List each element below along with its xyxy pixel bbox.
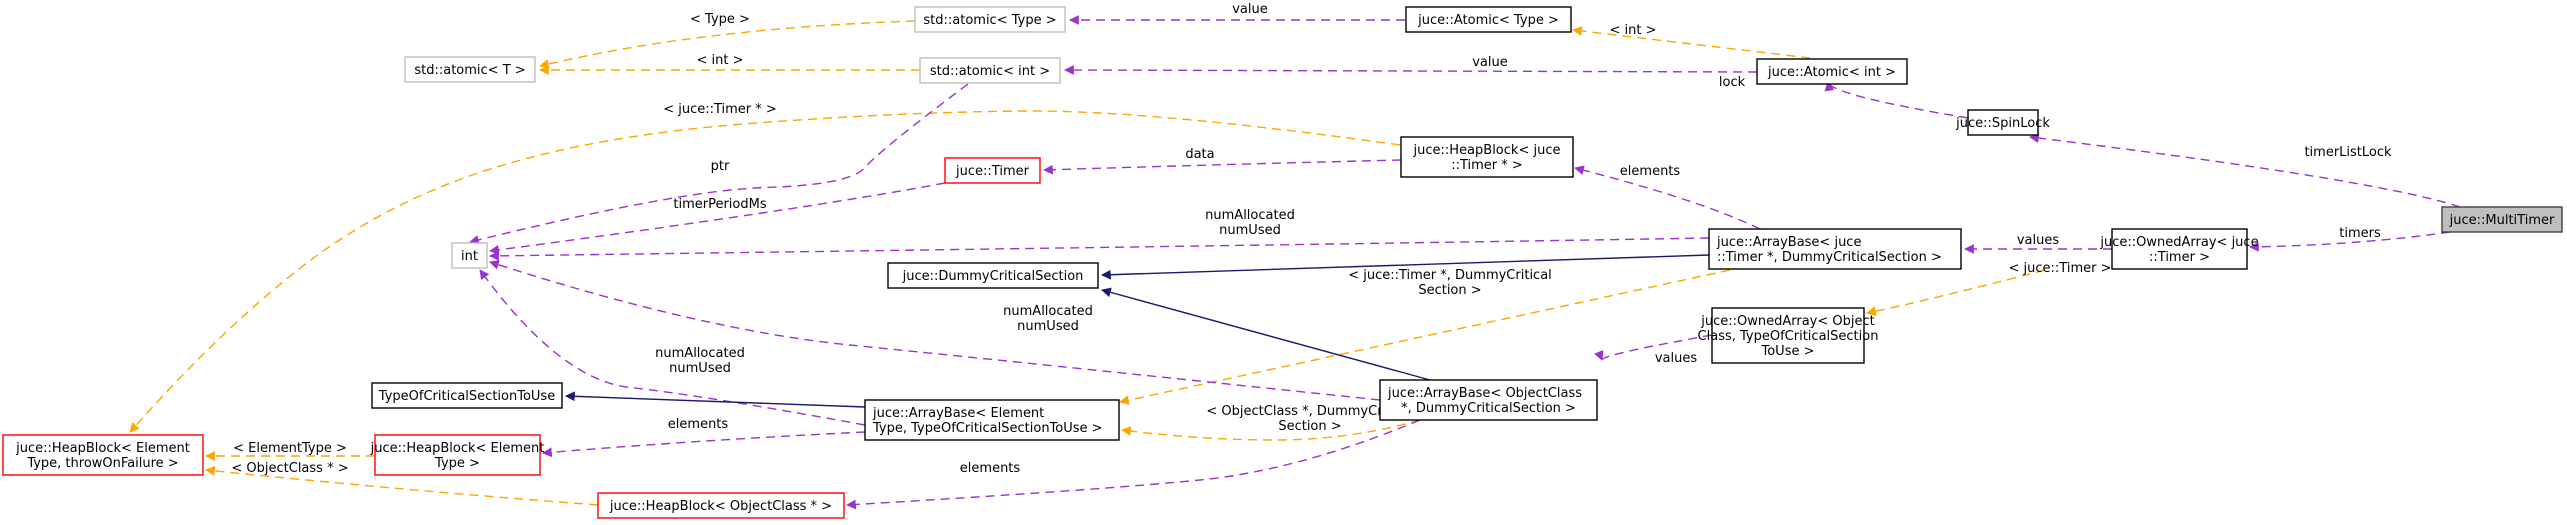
edge-juce-arraybase-elementtype-to-juce-heapblock-elementtype bbox=[542, 431, 866, 458]
edge-label: values bbox=[1655, 351, 1698, 366]
class-node-juce-arraybase-objectclass[interactable]: juce::ArrayBase< ObjectClass *, DummyCrit… bbox=[1379, 379, 1598, 421]
class-node-typeofcriticalsectiontouse[interactable]: TypeOfCriticalSectionToUse bbox=[371, 382, 563, 409]
edge-juce-arraybase-timer-to-int bbox=[489, 237, 1710, 261]
class-node-juce-heapblock-timer[interactable]: juce::HeapBlock< juce::Timer * > bbox=[1400, 136, 1574, 178]
edge-juce-heapblock-timer-to-juce-timer bbox=[1043, 159, 1402, 175]
class-node-juce-timer[interactable]: juce::Timer bbox=[944, 157, 1041, 184]
node-label: juce::HeapBlock< ObjectClass * > bbox=[609, 499, 832, 514]
class-node-juce-arraybase-timer[interactable]: juce::ArrayBase< juce::Timer *, DummyCri… bbox=[1708, 228, 1962, 270]
edge-label: elements bbox=[1620, 164, 1681, 179]
class-node-juce-heapblock-objectclass[interactable]: juce::HeapBlock< ObjectClass * > bbox=[597, 492, 845, 519]
class-node-juce-ownedarray-timer[interactable]: juce::OwnedArray< juce::Timer > bbox=[2099, 228, 2259, 270]
edge-label: < ObjectClass * > bbox=[231, 461, 348, 476]
node-label: std::atomic< T > bbox=[414, 63, 525, 78]
edge-juce-ownedarray-timer-to-juce-ownedarray-objectclass bbox=[1866, 269, 2046, 317]
edge-label: < int > bbox=[697, 53, 744, 68]
edge-label: timers bbox=[2339, 226, 2381, 241]
node-label: std::atomic< Type > bbox=[923, 13, 1056, 28]
class-node-int[interactable]: int bbox=[451, 242, 488, 269]
edge-label: timerPeriodMs bbox=[673, 197, 766, 212]
edge-label: value bbox=[1472, 55, 1508, 70]
node-label: juce::Atomic< int > bbox=[1767, 65, 1896, 80]
edge-label: elements bbox=[960, 461, 1021, 476]
edge-label: < juce::Timer > bbox=[2009, 261, 2112, 276]
edge-label: < juce::Timer * > bbox=[663, 102, 777, 117]
collaboration-diagram: value < Type > < int > value < int > lock time… bbox=[2, 2, 2563, 519]
nodes-layer: std::atomic< T > std::atomic< Type >std::… bbox=[2, 6, 2563, 519]
node-label: juce::ArrayBase< ObjectClass *, DummyCrit… bbox=[1387, 386, 1582, 416]
class-node-juce-dummycriticalsection[interactable]: juce::DummyCriticalSection bbox=[887, 262, 1099, 289]
node-label: int bbox=[461, 249, 478, 264]
edge-label: timerListLock bbox=[2304, 145, 2392, 160]
edge-label: ptr bbox=[711, 159, 730, 174]
edge-label: elements bbox=[668, 417, 729, 432]
class-node-std-atomic-t[interactable]: std::atomic< T > bbox=[404, 56, 536, 83]
node-label: juce::SpinLock bbox=[1955, 116, 2050, 131]
edge-label: numAllocated numUsed bbox=[1003, 304, 1093, 334]
class-node-juce-atomic-type[interactable]: juce::Atomic< Type > bbox=[1405, 6, 1572, 33]
node-label: juce::Timer bbox=[955, 164, 1030, 179]
class-node-juce-spinlock[interactable]: juce::SpinLock bbox=[1955, 109, 2050, 136]
edge-label: data bbox=[1185, 147, 1214, 162]
node-label: TypeOfCriticalSectionToUse bbox=[378, 389, 555, 404]
node-label: juce::Atomic< Type > bbox=[1417, 13, 1559, 28]
edge-juce-multitimer-to-juce-spinlock bbox=[2029, 133, 2461, 208]
edge-label: < int > bbox=[1610, 23, 1657, 38]
class-node-std-atomic-type[interactable]: std::atomic< Type > bbox=[914, 6, 1066, 33]
edge-juce-arraybase-elementtype-to-typeofcriticalsectiontouse bbox=[565, 391, 866, 408]
edge-label: numAllocated numUsed bbox=[1205, 208, 1295, 238]
edge-label: values bbox=[2017, 233, 2060, 248]
class-node-juce-heapblock-elementtype[interactable]: juce::HeapBlock< Element Type > bbox=[370, 434, 545, 476]
class-node-juce-arraybase-elementtype[interactable]: juce::ArrayBase< Element Type, TypeOfCrit… bbox=[864, 399, 1120, 441]
edge-juce-spinlock-to-juce-atomic-int bbox=[1824, 81, 1969, 119]
class-node-juce-multitimer[interactable]: juce::MultiTimer bbox=[2441, 206, 2563, 233]
class-node-juce-heapblock-element-throw[interactable]: juce::HeapBlock< Element Type, throwOnFai… bbox=[2, 434, 204, 476]
class-node-juce-ownedarray-objectclass[interactable]: juce::OwnedArray< Object Class, TypeOfCri… bbox=[1698, 307, 1879, 364]
node-label: juce::HeapBlock< Element Type, throwOnFai… bbox=[15, 441, 190, 471]
edge-label: lock bbox=[1719, 75, 1746, 90]
edge-label: value bbox=[1232, 2, 1268, 17]
edge-juce-timer-to-int bbox=[489, 182, 946, 255]
edge-label: numAllocated numUsed bbox=[655, 346, 745, 376]
edge-label: < ElementType > bbox=[233, 441, 347, 456]
class-node-juce-atomic-int[interactable]: juce::Atomic< int > bbox=[1756, 58, 1908, 85]
edge-juce-atomic-int-to-std-atomic-int bbox=[1064, 65, 1758, 75]
edge-juce-arraybase-objectclass-to-juce-dummycriticalsection bbox=[1101, 287, 1431, 381]
class-node-std-atomic-int[interactable]: std::atomic< int > bbox=[919, 57, 1061, 84]
node-label: std::atomic< int > bbox=[930, 64, 1050, 79]
edge-label: < Type > bbox=[690, 12, 750, 27]
node-label: juce::MultiTimer bbox=[2449, 213, 2555, 228]
node-label: juce::DummyCriticalSection bbox=[902, 269, 1084, 284]
edge-label: < juce::Timer *, DummyCritical Section > bbox=[1348, 268, 1552, 298]
